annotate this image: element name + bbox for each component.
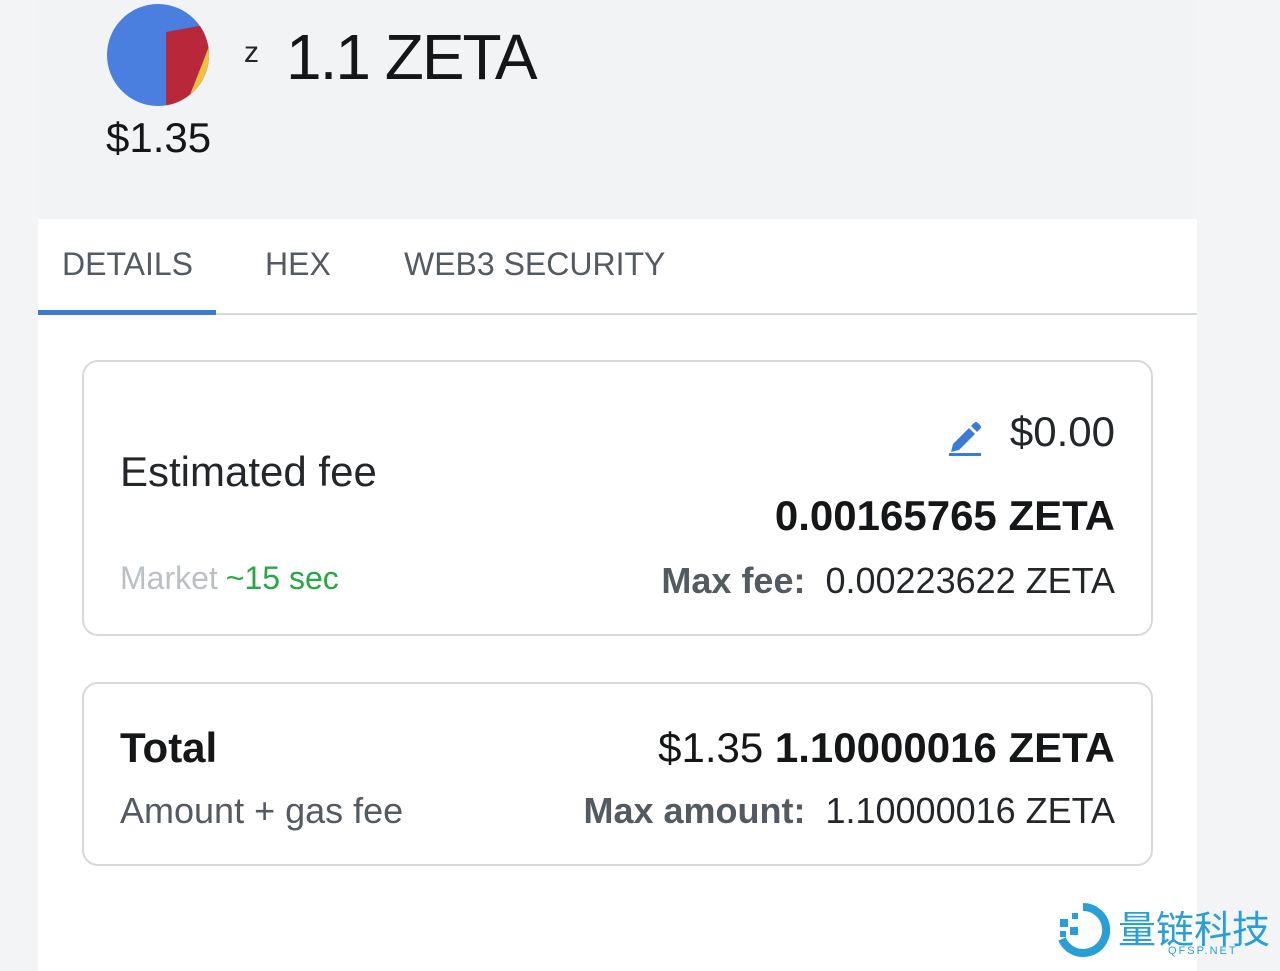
send-fiat-value: $1.35 [106,114,212,161]
max-fee-row: Max fee: 0.00223622 ZETA [661,560,1115,602]
gas-speed-label: Market ~15 sec [120,560,339,597]
watermark-logo: 量链科技 QFSP.NET [1056,899,1276,963]
fee-token-value: 0.00165765 ZETA [774,492,1115,539]
brand-url: QFSP.NET [1168,945,1238,957]
send-amount: 1.1 ZETA [286,21,538,93]
total-label: Total [120,724,218,771]
page-background-left [0,0,38,971]
pencil-icon[interactable] [947,418,983,456]
page-background-right [1197,0,1280,971]
tab-details[interactable]: DETAILS [62,246,193,283]
tab-hex[interactable]: HEX [265,246,331,283]
total-token-value: 1.10000016 ZETA [774,724,1115,771]
total-card: Total Amount + gas fee $1.35 1.10000016 … [82,682,1153,866]
transaction-header [38,0,1197,219]
max-amount-value: 1.10000016 ZETA [825,790,1115,831]
tab-bar: DETAILS HEX WEB3 SECURITY [38,219,1197,315]
total-sub-label: Amount + gas fee [120,790,404,831]
max-fee-label: Max fee: [661,560,806,601]
total-value-row: $1.35 1.10000016 ZETA [658,724,1115,772]
max-amount-label: Max amount: [583,790,806,831]
fee-fiat-value: $0.00 [1009,408,1115,455]
estimated-fee-card: Estimated fee $0.00 0.00165765 ZETA Mark… [82,360,1153,636]
token-avatar-icon [107,4,209,106]
market-label: Market [120,560,218,596]
token-symbol-prefix: z [244,36,259,69]
brand-logo-icon [1058,903,1110,957]
market-time: ~15 sec [225,560,339,596]
max-amount-row: Max amount: 1.10000016 ZETA [583,790,1115,832]
tab-web3-security[interactable]: WEB3 SECURITY [404,246,665,283]
estimated-fee-label: Estimated fee [120,448,377,495]
max-fee-value: 0.00223622 ZETA [825,560,1115,601]
active-tab-indicator [38,310,216,315]
total-fiat-value: $1.35 [658,724,764,771]
